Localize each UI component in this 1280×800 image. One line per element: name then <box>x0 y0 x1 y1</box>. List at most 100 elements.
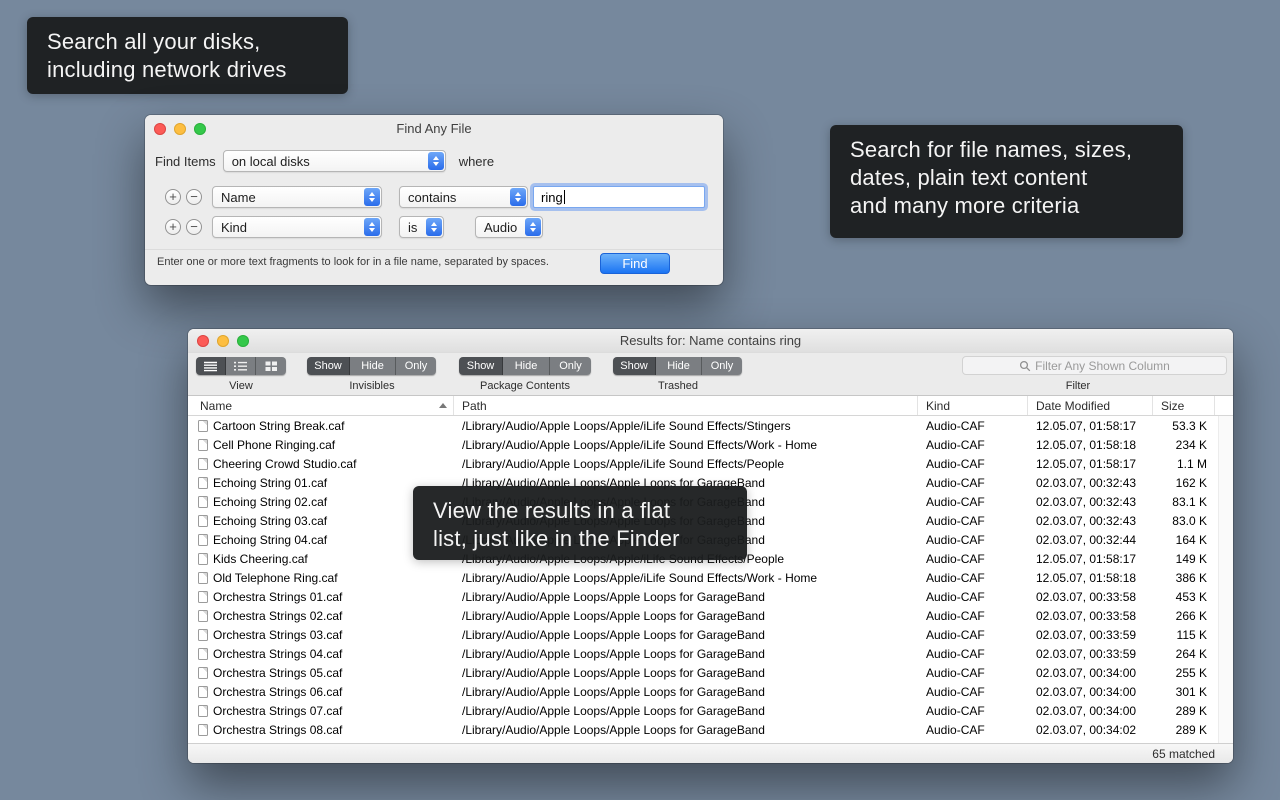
file-name-cell: Orchestra Strings 04.caf <box>188 644 454 663</box>
file-kind-cell: Audio-CAF <box>918 587 1028 606</box>
table-row[interactable]: Cheering Crowd Studio.caf /Library/Audio… <box>188 454 1233 473</box>
file-size-cell: 255 K <box>1153 663 1215 682</box>
filter-input[interactable]: Filter Any Shown Column <box>962 356 1227 375</box>
minimize-button[interactable] <box>174 123 186 135</box>
window-controls <box>154 123 206 135</box>
callout-search-disks: Search all your disks, including network… <box>27 17 348 94</box>
file-date-modified-cell: 12.05.07, 01:58:17 <box>1028 549 1153 568</box>
package-contents-hide-button[interactable]: Hide <box>503 357 550 375</box>
file-name: Orchestra Strings 07.caf <box>213 704 342 718</box>
table-row[interactable]: Old Telephone Ring.caf /Library/Audio/Ap… <box>188 568 1233 587</box>
vertical-scrollbar[interactable] <box>1218 416 1233 743</box>
remove-criterion-button[interactable]: − <box>186 219 202 235</box>
file-size-cell: 386 K <box>1153 568 1215 587</box>
results-toolbar: Show Hide Only Show Hide Only Show Hide … <box>188 353 1233 396</box>
trashed-only-button[interactable]: Only <box>702 357 742 375</box>
file-name-cell: Old Telephone Ring.caf <box>188 568 454 587</box>
kind-value-popup[interactable]: Audio <box>475 216 543 238</box>
grid-view-button[interactable] <box>256 357 286 375</box>
file-path-cell: /Library/Audio/Apple Loops/Apple/iLife S… <box>454 568 918 587</box>
table-row[interactable]: Orchestra Strings 05.caf /Library/Audio/… <box>188 663 1233 682</box>
hierarchical-list-view-button[interactable] <box>226 357 256 375</box>
table-row[interactable]: Orchestra Strings 03.caf /Library/Audio/… <box>188 625 1233 644</box>
close-button[interactable] <box>154 123 166 135</box>
table-row[interactable]: Orchestra Strings 01.caf /Library/Audio/… <box>188 587 1233 606</box>
column-header-size[interactable]: Size <box>1153 396 1215 415</box>
package-contents-label: Package Contents <box>480 380 570 392</box>
list-view-icon <box>204 361 217 372</box>
file-path-cell: /Library/Audio/Apple Loops/Apple/iLife S… <box>454 454 918 473</box>
hint-text: Enter one or more text fragments to look… <box>157 256 549 268</box>
document-icon <box>198 572 208 584</box>
remove-criterion-button[interactable]: − <box>186 189 202 205</box>
window-controls <box>197 335 249 347</box>
column-header-kind[interactable]: Kind <box>918 396 1028 415</box>
zoom-button[interactable] <box>237 335 249 347</box>
results-window-titlebar[interactable]: Results for: Name contains ring <box>188 329 1233 353</box>
invisibles-control: Show Hide Only <box>307 357 436 375</box>
table-row[interactable]: Orchestra Strings 06.caf /Library/Audio/… <box>188 682 1233 701</box>
table-row[interactable]: Orchestra Strings 02.caf /Library/Audio/… <box>188 606 1233 625</box>
search-term-input[interactable]: ring <box>533 186 705 208</box>
invisibles-show-button[interactable]: Show <box>307 357 350 375</box>
zoom-button[interactable] <box>194 123 206 135</box>
table-row[interactable]: Orchestra Strings 07.caf /Library/Audio/… <box>188 701 1233 720</box>
document-icon <box>198 534 208 546</box>
column-header-date-modified[interactable]: Date Modified <box>1028 396 1153 415</box>
file-date-modified-cell: 12.05.07, 01:58:17 <box>1028 454 1153 473</box>
invisibles-hide-button[interactable]: Hide <box>350 357 396 375</box>
file-name-cell: Cheering Crowd Studio.caf <box>188 454 454 473</box>
column-header-name[interactable]: Name <box>188 396 454 415</box>
callout-flat-list: View the results in a flat list, just li… <box>413 486 747 560</box>
file-path-cell: /Library/Audio/Apple Loops/Apple Loops f… <box>454 720 918 739</box>
column-header-size-label: Size <box>1161 399 1184 413</box>
grid-view-icon <box>265 361 278 372</box>
table-row[interactable]: Orchestra Strings 08.caf /Library/Audio/… <box>188 720 1233 739</box>
file-size-cell: 453 K <box>1153 587 1215 606</box>
operator-popup[interactable]: contains <box>399 186 528 208</box>
file-size-cell: 266 K <box>1153 606 1215 625</box>
operator-popup-value: is <box>408 220 417 235</box>
table-row[interactable]: Cartoon String Break.caf /Library/Audio/… <box>188 416 1233 435</box>
file-name-cell: Orchestra Strings 02.caf <box>188 606 454 625</box>
package-contents-show-button[interactable]: Show <box>459 357 503 375</box>
package-contents-only-button[interactable]: Only <box>550 357 591 375</box>
document-icon <box>198 648 208 660</box>
add-criterion-button[interactable]: + <box>165 189 181 205</box>
find-button[interactable]: Find <box>600 253 670 274</box>
operator-popup-value: contains <box>408 190 456 205</box>
trashed-control: Show Hide Only <box>613 357 742 375</box>
scope-row: Find Items on local disks where <box>155 150 494 172</box>
file-date-modified-cell: 12.05.07, 01:58:18 <box>1028 568 1153 587</box>
field-popup[interactable]: Name <box>212 186 382 208</box>
list-view-button[interactable] <box>196 357 226 375</box>
document-icon <box>198 629 208 641</box>
document-icon <box>198 686 208 698</box>
table-row[interactable]: Cell Phone Ringing.caf /Library/Audio/Ap… <box>188 435 1233 454</box>
field-popup[interactable]: Kind <box>212 216 382 238</box>
file-date-modified-cell: 12.05.07, 01:58:18 <box>1028 435 1153 454</box>
file-name: Cheering Crowd Studio.caf <box>213 457 356 471</box>
operator-popup[interactable]: is <box>399 216 444 238</box>
minimize-button[interactable] <box>217 335 229 347</box>
file-name-cell: Orchestra Strings 05.caf <box>188 663 454 682</box>
field-popup-value: Name <box>221 190 256 205</box>
trashed-hide-button[interactable]: Hide <box>656 357 702 375</box>
document-icon <box>198 705 208 717</box>
table-row[interactable]: Orchestra Strings 04.caf /Library/Audio/… <box>188 644 1233 663</box>
trashed-show-button[interactable]: Show <box>613 357 656 375</box>
column-header-path[interactable]: Path <box>454 396 918 415</box>
scope-popup[interactable]: on local disks <box>223 150 446 172</box>
close-button[interactable] <box>197 335 209 347</box>
invisibles-only-button[interactable]: Only <box>396 357 436 375</box>
file-kind-cell: Audio-CAF <box>918 492 1028 511</box>
status-bar: 65 matched <box>188 743 1233 763</box>
add-criterion-button[interactable]: + <box>165 219 181 235</box>
trashed-label: Trashed <box>658 380 698 392</box>
file-size-cell: 289 K <box>1153 720 1215 739</box>
file-name: Orchestra Strings 04.caf <box>213 647 342 661</box>
file-size-cell: 289 K <box>1153 701 1215 720</box>
document-icon <box>198 724 208 736</box>
file-date-modified-cell: 02.03.07, 00:33:58 <box>1028 587 1153 606</box>
find-window-titlebar[interactable]: Find Any File <box>145 115 723 142</box>
